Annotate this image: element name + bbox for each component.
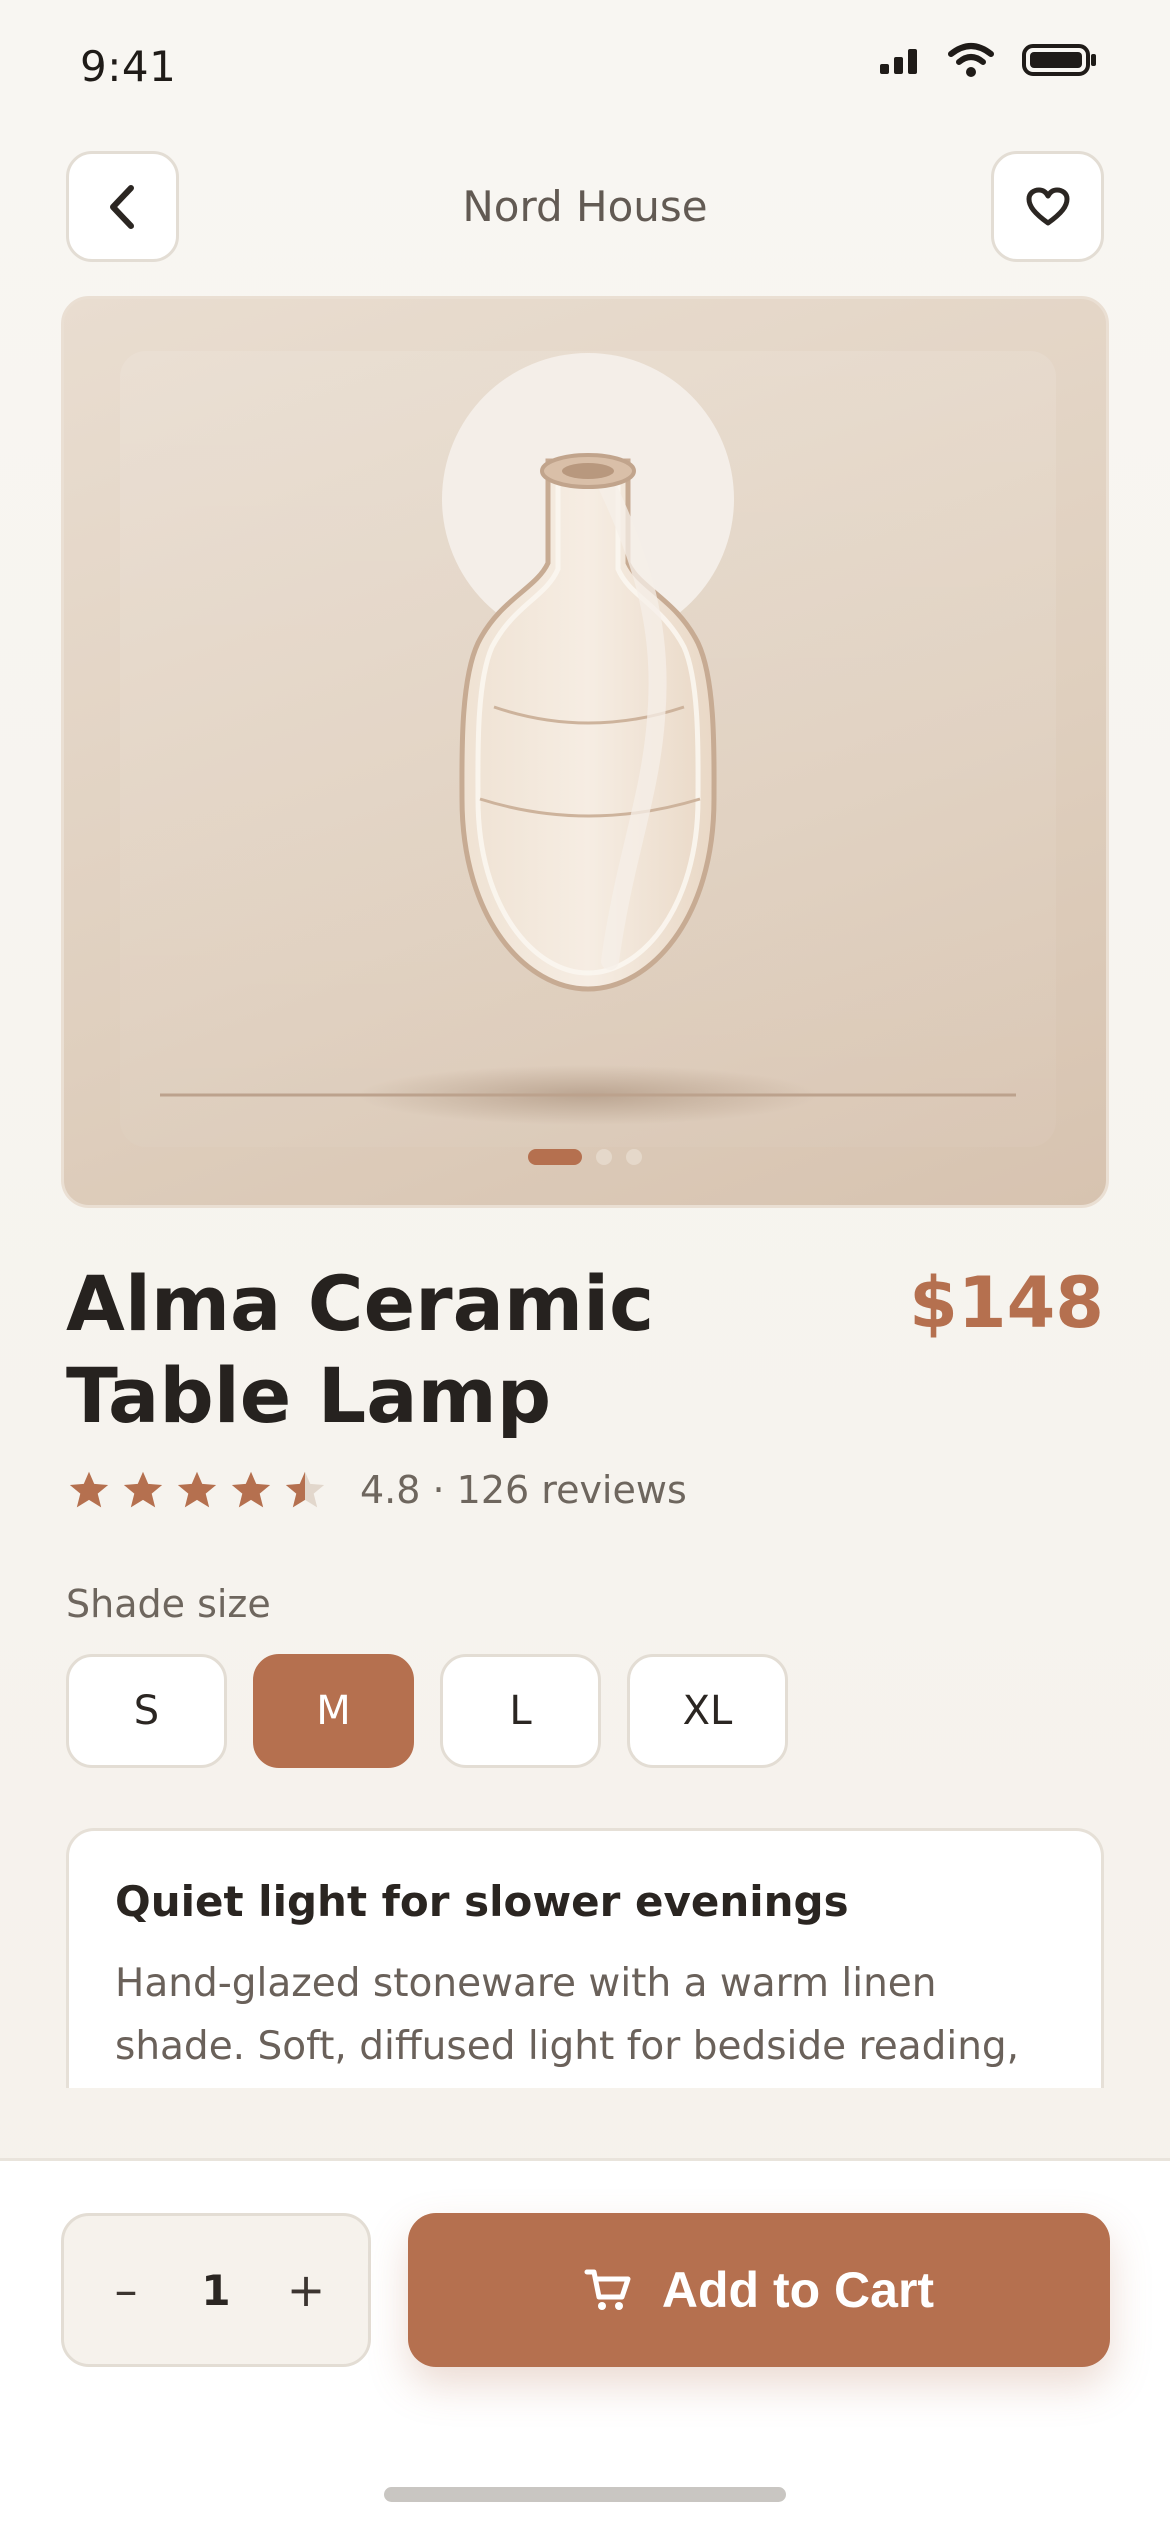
favorite-button[interactable] bbox=[991, 151, 1104, 262]
quantity-stepper: – 1 + bbox=[61, 2213, 371, 2367]
signal-icon bbox=[880, 49, 917, 74]
product-price: $148 bbox=[909, 1262, 1104, 1344]
cart-icon bbox=[584, 2269, 631, 2310]
home-indicator[interactable] bbox=[384, 2487, 786, 2502]
size-option-xl[interactable]: XL bbox=[627, 1654, 788, 1768]
size-option-m[interactable]: M bbox=[253, 1654, 414, 1768]
wifi-icon bbox=[948, 43, 994, 77]
battery-icon bbox=[1022, 44, 1096, 76]
status-icons bbox=[880, 42, 1098, 78]
carousel-dot-3[interactable] bbox=[626, 1149, 642, 1165]
product-image-carousel[interactable] bbox=[61, 296, 1109, 1208]
shade-size-label: Shade size bbox=[66, 1582, 271, 1626]
shade-size-options: S M L XL bbox=[66, 1654, 788, 1768]
add-to-cart-label: Add to Cart bbox=[661, 2262, 935, 2318]
star-icon bbox=[69, 1471, 109, 1508]
increase-quantity-button[interactable]: + bbox=[286, 2263, 326, 2317]
size-option-l[interactable]: L bbox=[440, 1654, 601, 1768]
carousel-dots bbox=[64, 1149, 1106, 1165]
carousel-dot-1[interactable] bbox=[528, 1149, 582, 1165]
star-icon bbox=[231, 1471, 271, 1508]
bottom-action-bar: – 1 + Add to Cart bbox=[0, 2158, 1170, 2532]
decrease-quantity-button[interactable]: – bbox=[106, 2263, 146, 2317]
size-option-s[interactable]: S bbox=[66, 1654, 227, 1768]
lamp-illustration bbox=[160, 353, 1016, 1125]
product-title: Alma Ceramic Table Lamp bbox=[66, 1258, 706, 1442]
description-title: Quiet light for slower evenings bbox=[115, 1877, 849, 1926]
rating-text: 4.8 · 126 reviews bbox=[360, 1468, 687, 1512]
rating[interactable]: 4.8 · 126 reviews bbox=[68, 1468, 687, 1512]
star-icon bbox=[177, 1471, 217, 1508]
product-screen: 9:41 Nord House Alma Ceramic Table Lamp … bbox=[0, 0, 1170, 2532]
status-time: 9:41 bbox=[80, 42, 177, 91]
add-to-cart-button[interactable]: Add to Cart bbox=[408, 2213, 1110, 2367]
quantity-value: 1 bbox=[201, 2265, 231, 2315]
carousel-dot-2[interactable] bbox=[596, 1149, 612, 1165]
description-card: Quiet light for slower evenings Hand-gla… bbox=[66, 1828, 1104, 2088]
star-half-icon bbox=[285, 1471, 325, 1508]
product-title-line2: Table Lamp bbox=[66, 1351, 552, 1440]
description-body: Hand-glazed stoneware with a warm linen … bbox=[115, 1961, 1035, 2088]
star-icon bbox=[123, 1471, 163, 1508]
product-title-line1: Alma Ceramic bbox=[66, 1259, 655, 1348]
heart-icon bbox=[1026, 187, 1069, 225]
